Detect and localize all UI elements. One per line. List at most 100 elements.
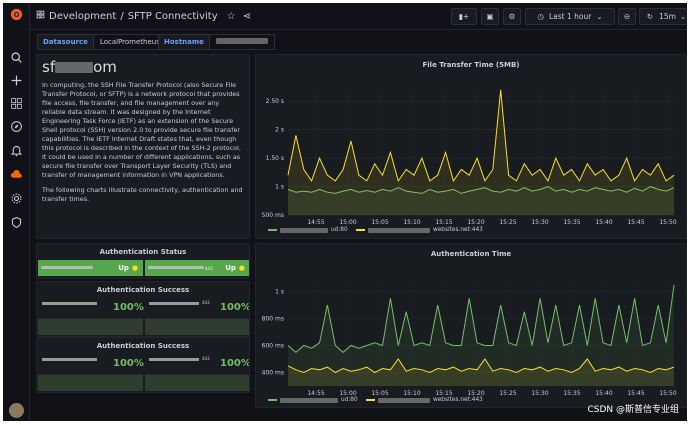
x-tick-label: 15:00 [339,390,356,397]
zoom-out-button[interactable]: ⊖ [618,8,636,25]
redacted-text [149,358,199,361]
time-range-label: Last 1 hour [548,12,592,21]
settings-button[interactable]: ⚙ [503,8,521,25]
bell-icon[interactable] [9,143,24,158]
status-tile-1[interactable]: Up ● [38,260,143,276]
x-tick-label: 15:40 [595,219,612,226]
status-value: Up [225,264,236,272]
panel-title: Authentication Status [99,248,187,256]
hostname-select[interactable] [209,34,275,50]
variable-label: Datasource [37,34,94,50]
chevron-down-icon: ⌄ [596,12,603,21]
dashboards-icon[interactable] [9,96,24,111]
clock-icon: ◷ [537,12,544,21]
legend-label: ud:80 [331,227,348,233]
add-panel-button[interactable]: ▮+ [451,8,477,25]
avatar[interactable] [9,403,24,418]
x-tick-label: 15:30 [531,219,548,226]
x-tick-label: 15:45 [627,390,644,397]
panel-title: Authentication Success [96,286,190,294]
redacted-text [368,227,430,233]
description-text: In computing, the SSH File Transfer Prot… [42,81,241,179]
x-tick-label: 15:50 [659,390,676,397]
redacted-text [280,227,328,233]
x-tick-label: 15:10 [403,390,420,397]
x-tick-label: 15:30 [531,390,548,397]
status-ok-icon: ● [238,264,245,272]
x-tick-label: 15:35 [563,219,580,226]
time-picker[interactable]: ◷ Last 1 hour ⌄ [525,8,615,25]
legend-item-green[interactable]: ud:80 [268,227,348,233]
description-text-2: The following charts illustrate connecti… [42,186,243,203]
search-icon[interactable] [9,50,24,65]
legend-swatch [356,229,365,231]
save-icon: ▣ [486,12,494,21]
legend-label: websites.net:443 [433,397,483,403]
share-icon[interactable]: ⋖ [243,11,251,22]
star-icon[interactable]: ☆ [227,11,236,22]
legend-item-yellow[interactable]: websites.net:443 [356,227,483,233]
x-tick-label: 15:25 [499,219,516,226]
x-tick-label: 15:50 [659,219,676,226]
status-value: Up [118,264,129,272]
redacted-text [148,266,204,269]
legend-label: ud:80 [341,397,358,403]
x-tick-label: 15:45 [627,219,644,226]
legend-swatch [268,399,277,401]
x-tick-label: 14:55 [307,219,324,226]
x-tick-label: 15:25 [499,390,516,397]
breadcrumb-folder[interactable]: Development [49,11,116,22]
save-button[interactable]: ▣ [481,8,499,25]
plus-icon[interactable] [9,73,24,88]
shield-icon[interactable] [9,215,24,230]
x-tick-label: 15:40 [595,390,612,397]
heading-suffix: om [93,58,117,76]
grafana-logo-icon[interactable] [9,7,24,22]
series-area-1 [288,89,674,215]
y-tick-label: 2.50 s [266,98,284,105]
panel-title: Authentication Success [96,342,190,350]
y-tick-label: 800 ms [262,316,284,323]
x-tick-label: 15:10 [403,219,420,226]
add-panel-icon: ▮+ [458,12,470,21]
sparkline-area [38,318,143,335]
x-tick-label: 15:35 [563,390,580,397]
app-window: Development / SFTP Connectivity ☆ ⋖ ▮+ ▣… [3,3,687,421]
file-transfer-chart: 500 ms 1 s 1.50 s 2 s 2.50 s 14:55 15:00 15:05 1… [262,87,677,226]
legend-swatch [366,399,375,401]
gear-icon[interactable] [9,191,24,206]
x-tick-label: 14:55 [307,390,324,397]
redacted-text [42,358,97,361]
breadcrumb-dashboard[interactable]: SFTP Connectivity [128,11,218,22]
legend-swatch [268,229,277,231]
compass-icon[interactable] [9,119,24,134]
zoom-out-icon: ⊖ [623,12,631,21]
legend-item-yellow[interactable]: websites.net:443 [366,397,483,403]
sparkline-area [145,374,249,391]
auth-success-panel-2: Authentication Success 100% 443 100% [36,337,250,393]
chevron-down-icon: ⌄ [679,12,687,21]
heading-prefix: sf [42,58,56,76]
x-tick-label: 15:15 [435,219,452,226]
redacted-value [215,38,268,44]
success-value: 100% [220,302,250,313]
legend-item-green[interactable]: ud:80 [268,397,358,403]
text-panel: sf om In computing, the SSH File Transfer… [36,54,250,239]
settings-icon: ⚙ [508,12,516,21]
watermark: CSDN @斯普信专业组 [587,405,679,415]
redacted-text [41,266,93,269]
success-value: 100% [113,302,144,313]
panel-heading: sf om [37,55,249,81]
datasource-variable: Datasource LocalPrometheus ⌄ [37,34,175,50]
auth-time-chart: 400 ms 600 ms 800 ms 1 s 14:55 15:00 15:05 15:1… [262,278,677,397]
cloud-icon[interactable] [9,167,24,182]
refresh-interval-label: 15m [659,12,676,21]
refresh-icon: ↻ [646,12,654,21]
redacted-text [378,397,430,403]
auth-success-panel-1: Authentication Success 100% 443 100% [36,281,250,337]
status-tile-2[interactable]: 443 Up ● [145,260,249,276]
redacted-text [42,302,97,305]
success-value: 100% [113,358,144,369]
refresh-picker[interactable]: ↻ 15m ⌄ [639,8,687,25]
host-suffix: 443 [202,300,210,305]
